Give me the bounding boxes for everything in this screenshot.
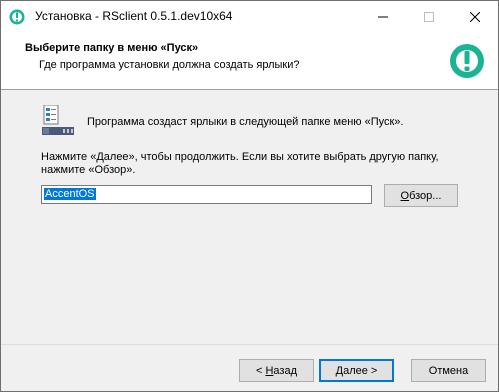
close-icon — [470, 11, 480, 22]
window-title: Установка - RSclient 0.5.1.dev10x64 — [35, 9, 233, 23]
installer-window: Установка - RSclient 0.5.1.dev10x64 Выбе… — [0, 0, 499, 392]
page-subtitle: Где программа установки должна создать я… — [39, 59, 300, 71]
back-label-rest: азад — [273, 364, 297, 377]
title-bar: Установка - RSclient 0.5.1.dev10x64 — [1, 1, 498, 32]
back-label-prefix: < — [255, 364, 266, 377]
minimize-icon — [378, 16, 388, 17]
start-menu-folder-icon — [42, 105, 74, 135]
instruction-line-1: Нажмите «Далее», чтобы продолжить. Если … — [41, 151, 439, 163]
page-title: Выберите папку в меню «Пуск» — [25, 42, 199, 54]
next-button[interactable]: Далее > — [319, 359, 394, 382]
instruction-line-2: нажмите «Обзор». — [41, 164, 136, 176]
back-button[interactable]: < Назад — [239, 359, 314, 382]
app-logo-icon — [9, 9, 25, 25]
browse-label-accel: О — [400, 189, 410, 202]
shortcuts-info-text: Программа создаст ярлыки в следующей пап… — [87, 116, 404, 128]
browse-button[interactable]: Обзор... — [384, 184, 458, 207]
next-label-rest: алее > — [343, 364, 378, 377]
footer-divider — [1, 344, 498, 345]
cancel-button[interactable]: Отмена — [411, 359, 486, 382]
maximize-icon — [424, 11, 434, 22]
start-menu-folder-input[interactable]: AccentOS — [41, 185, 372, 204]
next-label-accel: Д — [335, 364, 344, 377]
close-button[interactable] — [452, 1, 498, 32]
minimize-button[interactable] — [360, 1, 406, 32]
maximize-button[interactable] — [406, 1, 452, 32]
wizard-header: Выберите папку в меню «Пуск» Где програм… — [1, 32, 498, 90]
app-logo-icon — [450, 44, 484, 78]
browse-label-rest: бзор... — [409, 189, 442, 202]
back-label-accel: Н — [265, 364, 274, 377]
folder-input-value: AccentOS — [44, 188, 96, 200]
instruction-text: Нажмите «Далее», чтобы продолжить. Если … — [41, 151, 461, 177]
